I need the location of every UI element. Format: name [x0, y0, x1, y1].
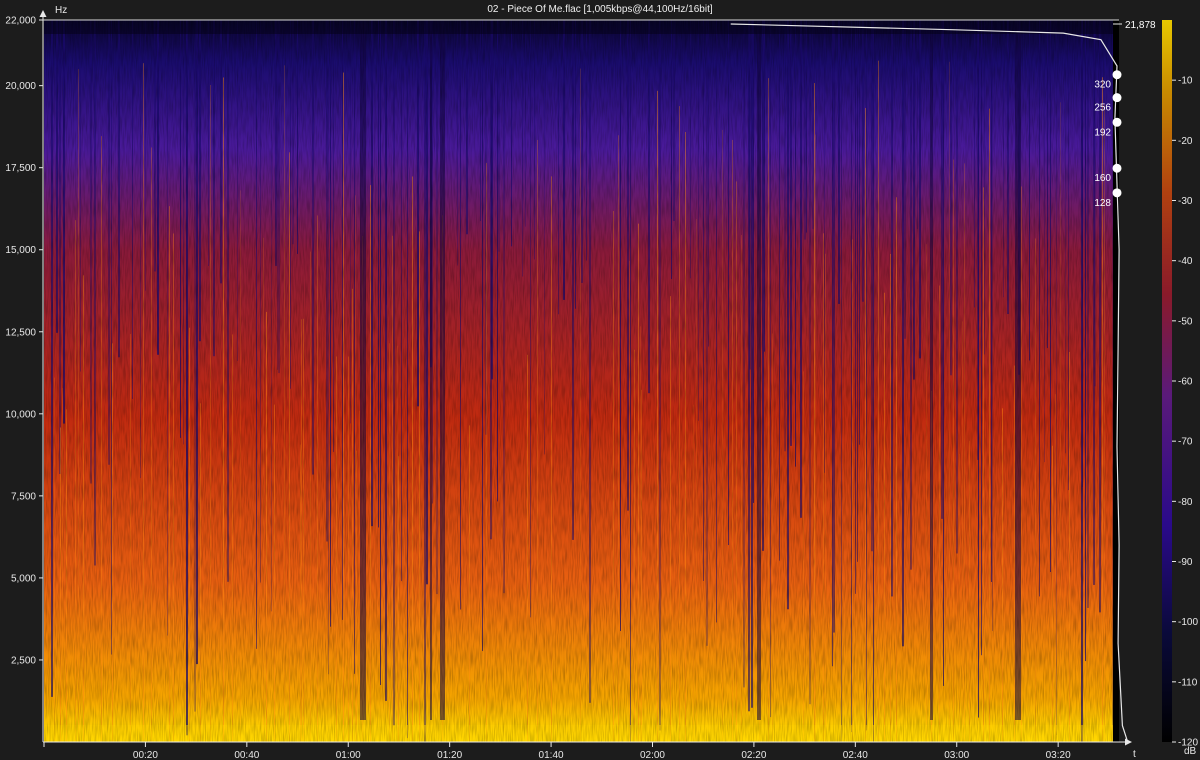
colorbar-tick-label: -100	[1178, 617, 1198, 628]
colorbar-tick-label: -20	[1178, 136, 1193, 147]
bitrate-marker-label: 160	[1094, 173, 1111, 184]
bitrate-marker-label: 256	[1094, 103, 1111, 114]
y-tick-label: 22,000	[5, 16, 36, 27]
y-tick-label: 12,500	[5, 327, 36, 338]
bitrate-marker-label: 320	[1094, 80, 1111, 91]
x-tick-label: 01:00	[336, 750, 361, 760]
y-tick-label: 5,000	[11, 573, 36, 584]
colorbar-tick-label: -30	[1178, 196, 1193, 207]
y-tick-label: 17,500	[5, 163, 36, 174]
colorbar-ticks: -10-20-30-40-50-60-70-80-90-100-110-120	[1172, 76, 1198, 749]
colorbar: -10-20-30-40-50-60-70-80-90-100-110-120 …	[1162, 20, 1198, 757]
x-tick-label: 03:00	[944, 750, 969, 760]
colorbar-tick-label: -50	[1178, 316, 1193, 327]
x-tick-label: 00:20	[133, 750, 158, 760]
bitrate-marker-label: 128	[1094, 198, 1111, 209]
x-axis-ticks: 00:20 00:40 01:00 01:20 01:40 02:00 02:20 02:40…	[43, 742, 1071, 760]
cutoff-label: 21,878	[1125, 20, 1156, 31]
x-tick-label: 01:20	[437, 750, 462, 760]
y-tick-label: 20,000	[5, 81, 36, 92]
spectrogram-image	[44, 20, 1119, 742]
x-tick-label: 00:40	[234, 750, 259, 760]
colorbar-tick-label: -60	[1178, 377, 1193, 388]
y-tick-label: 2,500	[11, 655, 36, 666]
x-tick-label: 02:40	[843, 750, 868, 760]
y-tick-label: 7,500	[11, 491, 36, 502]
colorbar-tick-label: -70	[1178, 437, 1193, 448]
x-tick-label: 02:20	[741, 750, 766, 760]
colorbar-unit-label: dB	[1184, 746, 1197, 757]
bitrate-marker-dot	[1112, 163, 1122, 173]
colorbar-tick-label: -40	[1178, 256, 1193, 267]
bitrate-marker-dot	[1112, 188, 1122, 198]
colorbar-tick-label: -90	[1178, 557, 1193, 568]
y-tick-label: 10,000	[5, 409, 36, 420]
colorbar-tick-label: -110	[1178, 677, 1198, 688]
file-title: 02 - Piece Of Me.flac [1,005kbps@44,100H…	[487, 4, 712, 15]
cutoff-dark-band	[1113, 20, 1119, 742]
bitrate-marker-dot	[1112, 70, 1122, 80]
colorbar-tick-label: -80	[1178, 497, 1193, 508]
y-tick-label: 15,000	[5, 245, 36, 256]
x-tick-label: 03:20	[1046, 750, 1071, 760]
bitrate-marker-dot	[1112, 117, 1122, 127]
x-tick-label: 02:00	[640, 750, 665, 760]
x-axis-label: t	[1133, 749, 1136, 760]
spectrogram-view: 21,878 320 256 192 160 128 2,500 5,000 7,500 10…	[5, 4, 1198, 760]
bitrate-marker-dot	[1112, 93, 1122, 103]
y-axis-label: Hz	[55, 5, 67, 16]
colorbar-tick-label: -10	[1178, 76, 1193, 87]
x-tick-label: 01:40	[539, 750, 564, 760]
bitrate-marker-label: 192	[1094, 127, 1111, 138]
